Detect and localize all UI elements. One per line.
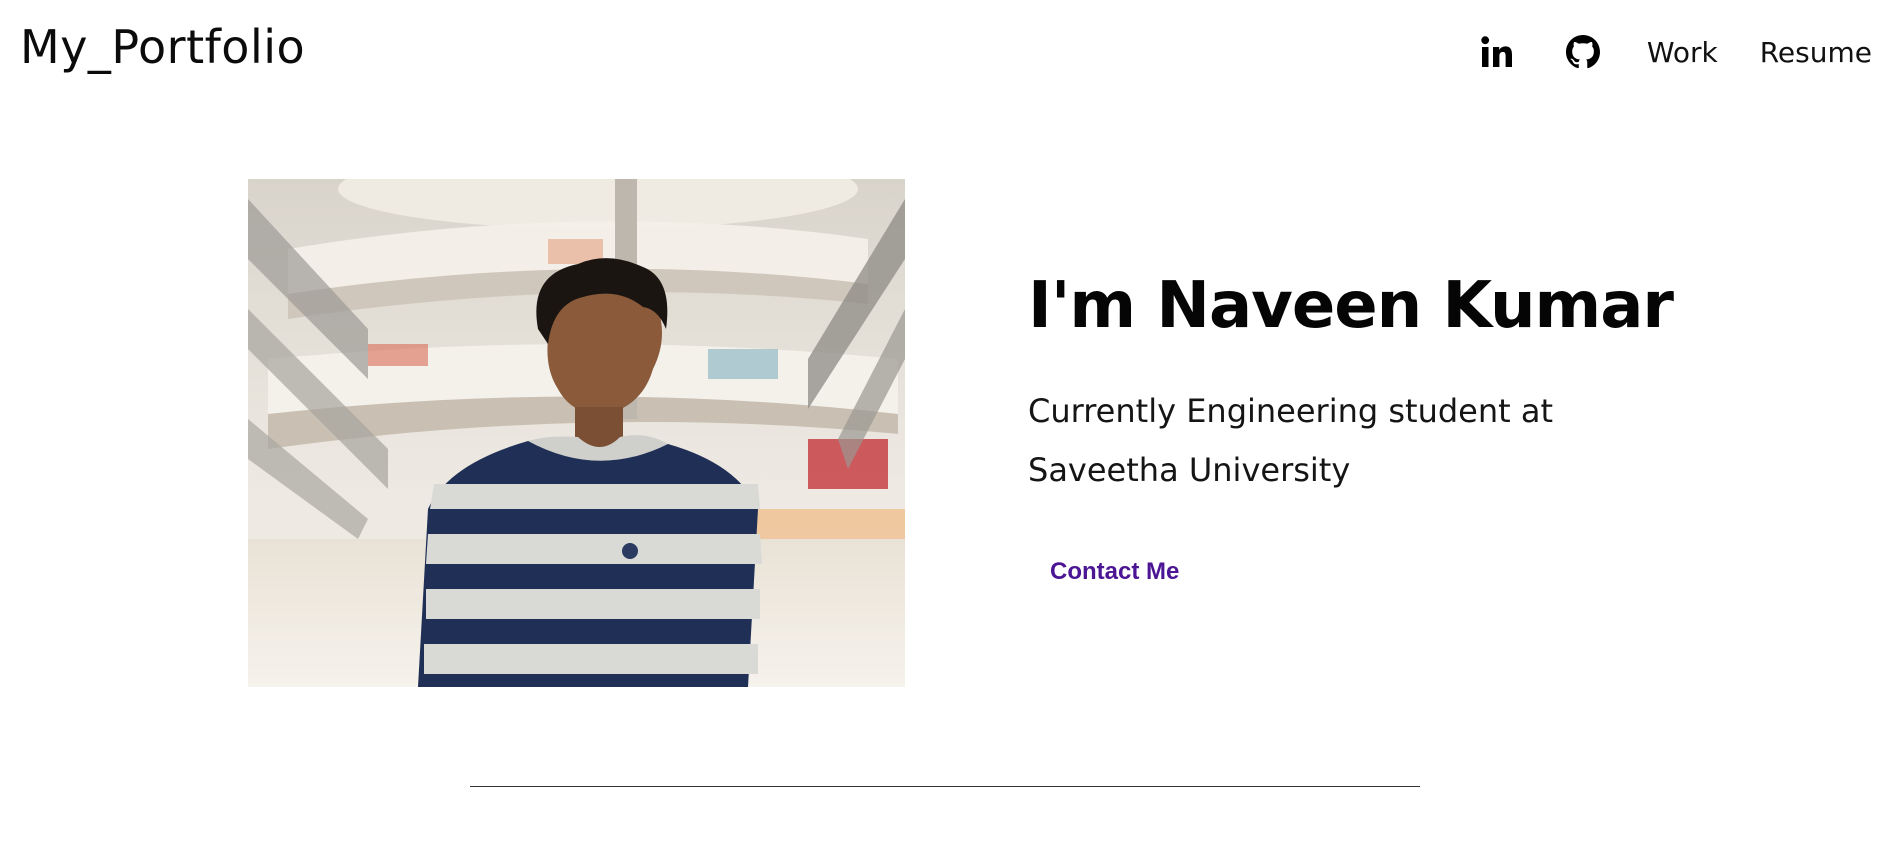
linkedin-icon[interactable] bbox=[1475, 30, 1519, 74]
section-divider bbox=[470, 786, 1420, 787]
linkedin-glyph bbox=[1481, 36, 1512, 67]
profile-photo-illustration bbox=[248, 179, 905, 687]
contact-me-button[interactable]: Contact Me bbox=[1050, 558, 1179, 586]
nav-work-link[interactable]: Work bbox=[1647, 36, 1718, 69]
hero-title: I'm Naveen Kumar bbox=[1028, 269, 1674, 343]
nav-resume-link[interactable]: Resume bbox=[1760, 36, 1872, 69]
site-logo[interactable]: My_Portfolio bbox=[20, 22, 305, 73]
profile-photo bbox=[248, 179, 905, 687]
github-glyph bbox=[1565, 35, 1600, 69]
hero-subtitle: Currently Engineering student at Saveeth… bbox=[1028, 391, 1554, 489]
top-navbar: My_Portfolio Work Resume bbox=[0, 0, 1880, 104]
main-nav: Work Resume bbox=[1475, 30, 1872, 74]
github-icon[interactable] bbox=[1561, 30, 1605, 74]
hero-intro: I'm Naveen Kumar Currently Engineering s… bbox=[1028, 269, 1748, 586]
